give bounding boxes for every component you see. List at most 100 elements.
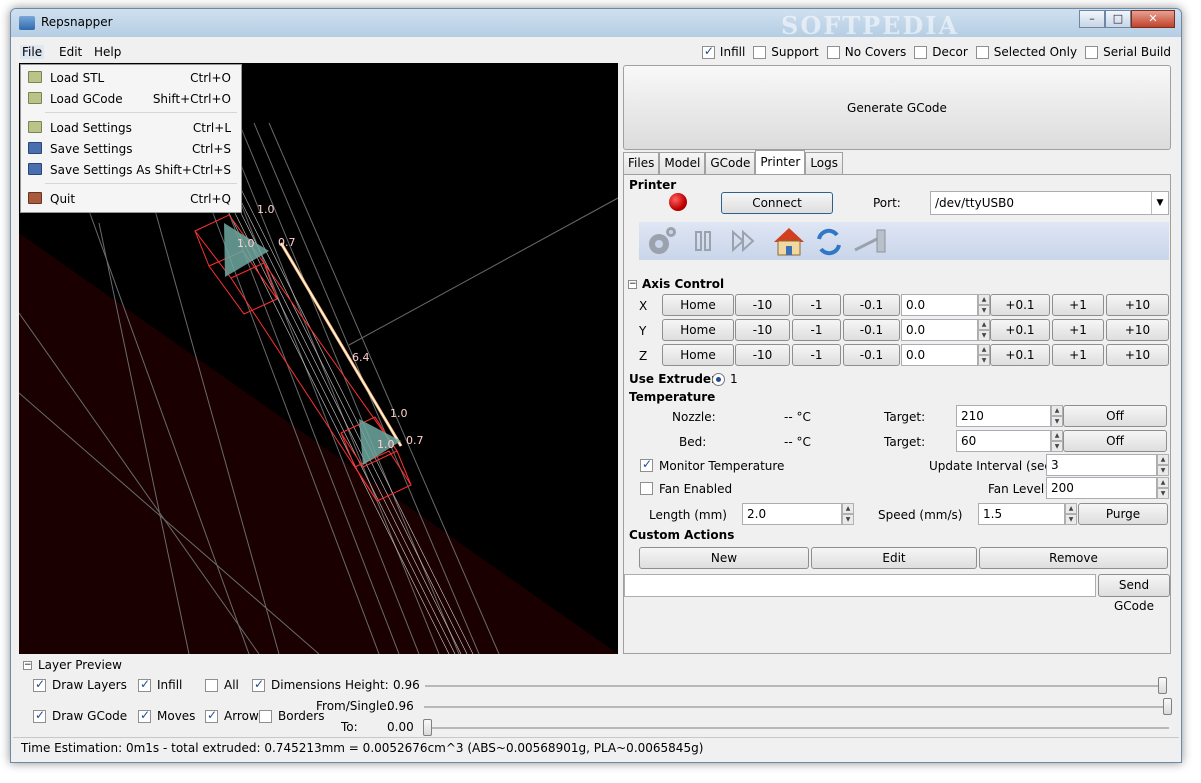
y-home-button[interactable]: Home <box>662 319 734 341</box>
gcode-command-input[interactable] <box>624 574 1096 597</box>
x-plus-10-button[interactable]: +10 <box>1106 294 1169 316</box>
from-slider-track[interactable] <box>424 706 1169 708</box>
update-interval-spin-up[interactable]: ▲ <box>1157 454 1169 465</box>
x-spin-down[interactable]: ▼ <box>978 305 990 316</box>
x-minus-10-button[interactable]: -10 <box>735 294 790 316</box>
x-spin-up[interactable]: ▲ <box>978 294 990 305</box>
arrows-checkbox[interactable] <box>205 708 218 723</box>
speed-spin-down[interactable]: ▼ <box>1065 514 1077 525</box>
update-interval-spin-down[interactable]: ▼ <box>1157 465 1169 476</box>
fast-forward-icon[interactable] <box>732 229 755 253</box>
connect-button[interactable]: Connect <box>721 192 833 214</box>
y-plus-10-button[interactable]: +10 <box>1106 319 1169 341</box>
menu-load-settings[interactable]: Load Settings Ctrl+L <box>23 118 239 138</box>
z-position-input[interactable]: 0.0 <box>901 344 978 366</box>
z-plus-01-button[interactable]: +0.1 <box>990 344 1050 366</box>
to-slider-track[interactable] <box>424 727 1169 729</box>
remove-action-button[interactable]: Remove <box>979 547 1168 569</box>
z-minus-01-button[interactable]: -0.1 <box>843 344 900 366</box>
to-slider-thumb[interactable] <box>423 719 432 736</box>
menu-load-gcode[interactable]: Load GCode Shift+Ctrl+O <box>23 89 239 109</box>
y-spin-down[interactable]: ▼ <box>978 330 990 341</box>
x-plus-1-button[interactable]: +1 <box>1052 294 1104 316</box>
tab-gcode[interactable]: GCode <box>705 152 756 174</box>
fan-enabled-checkbox[interactable] <box>640 482 653 495</box>
decor-checkbox[interactable]: Decor <box>914 45 968 59</box>
from-slider-thumb[interactable] <box>1163 698 1172 715</box>
nozzle-spin-up[interactable]: ▲ <box>1051 405 1063 416</box>
axis-collapse-toggle[interactable]: − <box>628 280 637 289</box>
y-plus-01-button[interactable]: +0.1 <box>990 319 1050 341</box>
x-minus-01-button[interactable]: -0.1 <box>843 294 900 316</box>
z-plus-10-button[interactable]: +10 <box>1106 344 1169 366</box>
chevron-down-icon[interactable]: ▼ <box>1151 192 1168 214</box>
infill-check-box[interactable] <box>701 44 715 59</box>
y-minus-01-button[interactable]: -0.1 <box>843 319 900 341</box>
fan-level-spin-down[interactable]: ▼ <box>1157 488 1169 499</box>
length-spin-down[interactable]: ▼ <box>842 514 854 525</box>
menu-edit[interactable]: Edit <box>59 45 82 59</box>
menu-load-stl[interactable]: Load STL Ctrl+O <box>23 68 239 88</box>
support-checkbox[interactable]: Support <box>753 45 819 59</box>
length-input[interactable]: 2.0 <box>742 503 842 525</box>
update-interval-input[interactable]: 3 <box>1046 454 1157 476</box>
extruder-radio-1[interactable] <box>712 373 725 386</box>
z-minus-1-button[interactable]: -1 <box>792 344 841 366</box>
z-home-button[interactable]: Home <box>662 344 734 366</box>
draw-layers-checkbox[interactable] <box>33 677 46 692</box>
minimize-button[interactable]: – <box>1079 10 1105 28</box>
bed-off-button[interactable]: Off <box>1063 430 1167 452</box>
y-minus-1-button[interactable]: -1 <box>792 319 841 341</box>
height-slider-thumb[interactable] <box>1158 677 1167 694</box>
tab-files[interactable]: Files <box>623 152 660 174</box>
nozzle-spin-down[interactable]: ▼ <box>1051 416 1063 427</box>
x-home-button[interactable]: Home <box>662 294 734 316</box>
y-spin-up[interactable]: ▲ <box>978 319 990 330</box>
refresh-icon[interactable] <box>817 228 841 256</box>
decor-check-box[interactable] <box>914 45 928 59</box>
draw-gcode-checkbox[interactable] <box>33 708 46 723</box>
menu-quit[interactable]: Quit Ctrl+Q <box>23 189 239 209</box>
y-plus-1-button[interactable]: +1 <box>1052 319 1104 341</box>
edit-action-button[interactable]: Edit <box>811 547 977 569</box>
home-icon[interactable] <box>774 228 804 256</box>
purge-button[interactable]: Purge <box>1078 503 1168 525</box>
height-slider-track[interactable] <box>425 685 1165 687</box>
title-bar[interactable]: Repsnapper SOFTPEDIA – □ ✕ <box>11 9 1181 40</box>
close-button[interactable]: ✕ <box>1131 10 1175 28</box>
bed-target-input[interactable]: 60 <box>956 430 1051 452</box>
z-plus-1-button[interactable]: +1 <box>1052 344 1104 366</box>
bed-spin-up[interactable]: ▲ <box>1051 430 1063 441</box>
y-position-input[interactable]: 0.0 <box>901 319 978 341</box>
selected-only-checkbox[interactable]: Selected Only <box>975 45 1077 59</box>
monitor-temperature-checkbox[interactable] <box>640 457 653 472</box>
moves-checkbox[interactable] <box>138 708 151 723</box>
no-covers-checkbox[interactable]: No Covers <box>826 45 906 59</box>
layer-preview-collapse-toggle[interactable]: − <box>23 661 32 670</box>
z-minus-10-button[interactable]: -10 <box>735 344 790 366</box>
menu-file[interactable]: File <box>20 45 45 59</box>
menu-help[interactable]: Help <box>94 45 121 59</box>
x-plus-01-button[interactable]: +0.1 <box>990 294 1050 316</box>
port-select[interactable]: /dev/ttyUSB0 ▼ <box>930 191 1169 215</box>
new-action-button[interactable]: New <box>639 547 809 569</box>
extruder-icon[interactable] <box>854 229 886 253</box>
x-position-input[interactable]: 0.0 <box>901 294 978 316</box>
selected-only-check-box[interactable] <box>975 45 989 59</box>
borders-checkbox[interactable] <box>259 710 272 723</box>
length-spin-up[interactable]: ▲ <box>842 503 854 514</box>
menu-save-settings[interactable]: Save Settings Ctrl+S <box>23 139 239 159</box>
pause-icon[interactable] <box>695 231 711 251</box>
infill-checkbox[interactable]: Infill <box>701 44 745 59</box>
fan-level-input[interactable]: 200 <box>1046 477 1157 499</box>
fan-level-spin-up[interactable]: ▲ <box>1157 477 1169 488</box>
x-minus-1-button[interactable]: -1 <box>792 294 841 316</box>
nozzle-off-button[interactable]: Off <box>1063 405 1167 427</box>
tab-printer[interactable]: Printer <box>755 150 806 174</box>
maximize-button[interactable]: □ <box>1105 10 1131 28</box>
menu-save-settings-as[interactable]: Save Settings As Shift+Ctrl+S <box>23 160 239 180</box>
serial-build-checkbox[interactable]: Serial Build <box>1085 45 1171 59</box>
send-gcode-button[interactable]: Send GCode <box>1098 574 1170 613</box>
layer-infill-checkbox[interactable] <box>138 677 151 692</box>
z-spin-up[interactable]: ▲ <box>978 344 990 355</box>
